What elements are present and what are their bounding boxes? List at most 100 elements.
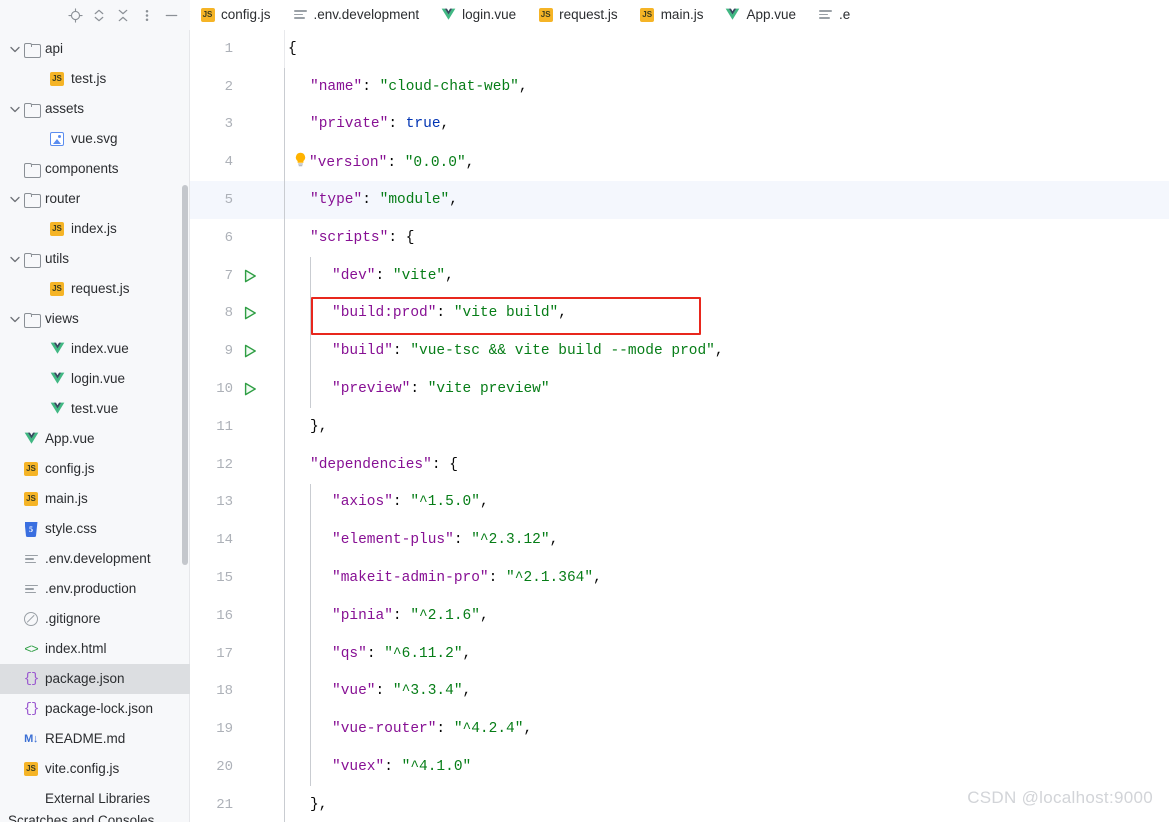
sidebar-scrollbar[interactable] — [182, 185, 188, 565]
tree-item-vue-svg[interactable]: vue.svg — [0, 124, 190, 154]
run-script-icon[interactable] — [239, 382, 261, 396]
line-number: 8 — [224, 305, 233, 322]
code-editor[interactable]: 1{2 "name": "cloud-chat-web", 3 "private": … — [190, 30, 1169, 822]
intention-bulb-icon[interactable] — [294, 152, 307, 172]
code-line[interactable]: 14 "element-plus": "^2.3.12", — [190, 521, 1169, 560]
top-row: JS config.js .env.development login.vue JS re… — [0, 0, 1169, 30]
tree-item-style-css[interactable]: 5 style.css — [0, 514, 190, 544]
code-line[interactable]: 20 "vuex": "^4.1.0" — [190, 748, 1169, 786]
code-token: "vite build" — [453, 305, 559, 322]
code-token: : — [388, 116, 406, 133]
code-line[interactable]: 13 "axios": "^1.5.0", — [190, 483, 1169, 522]
tree-item-readme-md[interactable]: M↓ README.md — [0, 724, 190, 754]
code-line[interactable]: 7 "dev": "vite", — [190, 256, 1169, 295]
editor-tab[interactable]: JS config.js — [190, 0, 283, 29]
code-line[interactable]: 10 "preview": "vite preview" — [190, 370, 1169, 408]
tree-item--gitignore[interactable]: .gitignore — [0, 604, 190, 634]
editor-tab[interactable]: JS request.js — [528, 0, 630, 29]
vue-file-icon — [48, 342, 66, 355]
code-line[interactable]: 17 "qs": "^6.11.2", — [190, 634, 1169, 673]
code-line[interactable]: 18 "vue": "^3.3.4", — [190, 672, 1169, 711]
tree-item-index-js[interactable]: JS index.js — [0, 214, 190, 244]
line-number: 14 — [216, 532, 233, 549]
editor-tab[interactable]: login.vue — [431, 0, 528, 29]
tree-item-package-json[interactable]: {} package.json — [0, 664, 190, 694]
tree-item-index-html[interactable]: <> index.html — [0, 634, 190, 664]
chevron-down-icon[interactable] — [8, 106, 22, 113]
collapse-all-icon[interactable] — [112, 4, 134, 26]
code-line[interactable]: 19 "vue-router": "^4.2.4", — [190, 710, 1169, 749]
code-token: , — [465, 155, 475, 172]
code-line[interactable]: 15 "makeit-admin-pro": "^2.1.364", — [190, 559, 1169, 597]
code-token: : — [387, 155, 405, 172]
line-number: 9 — [224, 343, 233, 360]
tree-item--env-production[interactable]: .env.production — [0, 574, 190, 604]
code-text: "name": "cloud-chat-web", — [307, 79, 528, 95]
run-script-icon[interactable] — [239, 306, 261, 320]
code-line[interactable]: 3 "private": true, — [190, 105, 1169, 144]
editor-tab[interactable]: .e — [808, 0, 862, 29]
chevron-down-icon[interactable] — [8, 256, 22, 263]
tree-item-scratches-and-consoles[interactable]: Scratches and Consoles — [0, 807, 190, 822]
tree-item-label: package-lock.json — [45, 702, 154, 716]
code-token: { — [288, 40, 297, 57]
code-token: "vue" — [332, 683, 376, 700]
tree-item-request-js[interactable]: JS request.js — [0, 274, 190, 304]
code-line[interactable]: 11}, — [190, 407, 1169, 446]
tree-item-components[interactable]: components — [0, 154, 190, 184]
tree-item-vite-config-js[interactable]: JS vite.config.js — [0, 754, 190, 784]
tree-item-config-js[interactable]: JS config.js — [0, 454, 190, 484]
tree-item-package-lock-json[interactable]: {} package-lock.json — [0, 694, 190, 724]
hide-icon[interactable] — [160, 4, 182, 26]
run-script-icon[interactable] — [239, 344, 261, 358]
chevron-down-icon[interactable] — [8, 316, 22, 323]
code-token: "version" — [309, 155, 388, 172]
code-token: : — [366, 645, 385, 662]
code-line[interactable]: 16 "pinia": "^2.1.6", — [190, 596, 1169, 635]
chevron-down-icon[interactable] — [8, 46, 22, 53]
editor-tab-bar[interactable]: JS config.js .env.development login.vue JS re… — [190, 0, 1169, 30]
tree-item-api[interactable]: api — [0, 34, 190, 64]
project-file-tree[interactable]: api JS test.js assets vue.svg components route… — [0, 30, 190, 822]
text-file-icon — [293, 7, 308, 22]
line-number: 13 — [216, 494, 233, 511]
editor-tab[interactable]: JS main.js — [630, 0, 716, 29]
tree-item-label: vite.config.js — [45, 762, 120, 776]
select-opened-file-icon[interactable] — [64, 4, 86, 26]
tree-item-label: style.css — [45, 522, 97, 536]
code-token: "vuex" — [332, 759, 385, 776]
code-line[interactable]: 8 "build:prod": "vite build", — [190, 294, 1169, 333]
code-line[interactable]: 4 "version": "0.0.0", — [190, 143, 1169, 182]
code-text: "type": "module", — [307, 192, 458, 208]
run-script-icon[interactable] — [239, 269, 261, 283]
line-number: 21 — [216, 796, 233, 813]
tree-item-test-vue[interactable]: test.vue — [0, 394, 190, 424]
code-line[interactable]: 6 "scripts": { — [190, 218, 1169, 257]
code-line[interactable]: 2 "name": "cloud-chat-web", — [190, 67, 1169, 106]
chevron-down-icon[interactable] — [8, 196, 22, 203]
tree-item-main-js[interactable]: JS main.js — [0, 484, 190, 514]
tree-item-views[interactable]: views — [0, 304, 190, 334]
tree-item-assets[interactable]: assets — [0, 94, 190, 124]
code-text: "element-plus": "^2.3.12", — [329, 532, 558, 548]
vue-file-icon — [441, 7, 456, 22]
code-line[interactable]: 12 "dependencies": { — [190, 445, 1169, 484]
tree-item-test-js[interactable]: JS test.js — [0, 64, 190, 94]
editor-tab[interactable]: .env.development — [283, 0, 432, 29]
code-line[interactable]: 1{ — [190, 30, 1169, 68]
expand-all-icon[interactable] — [88, 4, 110, 26]
code-token: , — [714, 343, 724, 360]
editor-tab[interactable]: App.vue — [715, 0, 808, 29]
tree-item--env-development[interactable]: .env.development — [0, 544, 190, 574]
tree-item-utils[interactable]: utils — [0, 244, 190, 274]
code-line[interactable]: 5 "type": "module", — [190, 181, 1169, 219]
more-options-icon[interactable] — [136, 4, 158, 26]
code-line[interactable]: 9 "build": "vue-tsc && vite build --mode … — [190, 332, 1169, 371]
code-token: "vite preview" — [427, 381, 550, 398]
tree-item-app-vue[interactable]: App.vue — [0, 424, 190, 454]
code-folding-stripe — [284, 67, 285, 822]
html-file-icon: <> — [24, 641, 39, 657]
tree-item-router[interactable]: router — [0, 184, 190, 214]
tree-item-login-vue[interactable]: login.vue — [0, 364, 190, 394]
tree-item-index-vue[interactable]: index.vue — [0, 334, 190, 364]
